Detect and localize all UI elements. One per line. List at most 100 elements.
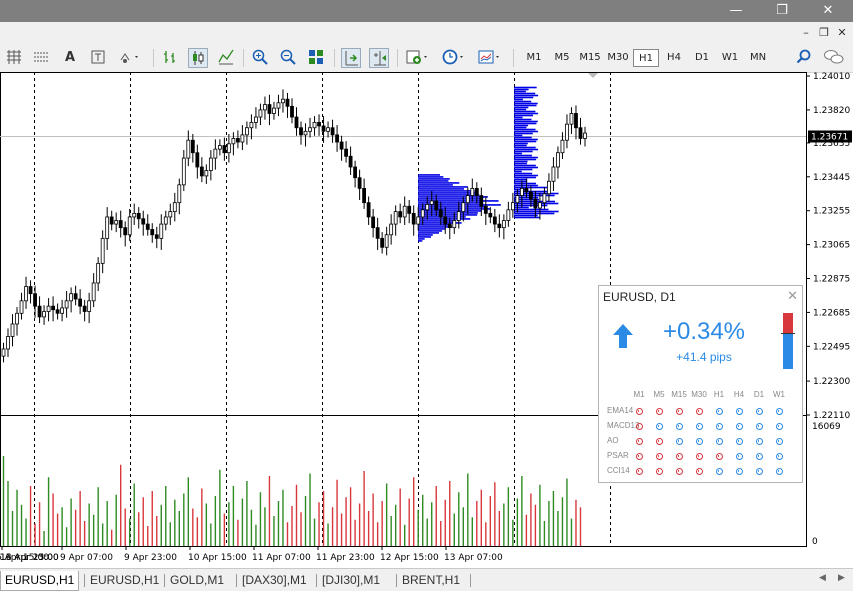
candle-body [6, 336, 10, 350]
time-axis-label: 11 Apr 07:00 [252, 553, 311, 563]
bar-chart-icon[interactable] [160, 48, 180, 68]
matrix-header-m15: M15 [671, 390, 687, 399]
matrix-header-d1: D1 [753, 390, 765, 399]
signal-blue-icon [735, 423, 743, 430]
timeframe-h4[interactable]: H4 [661, 49, 687, 67]
zoom-out-icon[interactable] [278, 48, 298, 68]
candle-body [389, 223, 394, 236]
candle-body [330, 127, 335, 136]
candle-body [583, 132, 587, 139]
close-button[interactable]: ✕ [805, 0, 851, 22]
volume-profile-bar [418, 236, 432, 238]
periods-icon[interactable] [440, 48, 468, 68]
candle-body [479, 195, 484, 207]
line-chart-icon[interactable] [216, 48, 236, 68]
matrix-header-m30: M30 [691, 390, 707, 399]
timeframe-m30[interactable]: M30 [605, 49, 631, 67]
candle-body [217, 145, 222, 150]
timeframe-m5[interactable]: M5 [549, 49, 575, 67]
text-label-icon[interactable] [88, 48, 108, 68]
chart-tab[interactable]: [DJI30],M1 [318, 571, 384, 590]
candle-body [91, 282, 96, 302]
candle-body [326, 127, 330, 132]
signal-red-icon [635, 408, 643, 415]
trend-panel[interactable]: EURUSD, D1 ✕ +0.34% +41.4 pips M1 M5 M15 M3… [598, 285, 803, 483]
candle-body [547, 180, 551, 195]
chat-icon[interactable] [823, 48, 844, 68]
crosshair-icon[interactable] [31, 48, 51, 68]
candle-body [456, 211, 461, 221]
chart-tab[interactable]: [DAX30],M1 [238, 571, 311, 590]
text-icon[interactable]: A [60, 48, 80, 68]
candle-body [542, 193, 547, 204]
candle-body [488, 212, 493, 218]
volume-profile-bar [514, 122, 537, 125]
timeframe-h1[interactable]: H1 [633, 49, 659, 67]
title-bar: — ❐ ✕ [0, 0, 853, 22]
volume-profile-bar [514, 104, 537, 107]
volume-profile-bar [514, 146, 536, 149]
shapes-icon[interactable] [117, 48, 143, 68]
tile-windows-icon[interactable] [306, 48, 326, 68]
panel-close-icon[interactable]: ✕ [787, 288, 798, 304]
search-icon[interactable] [794, 48, 814, 68]
signal-red-icon [655, 468, 663, 475]
volume-profile-bar [514, 112, 539, 115]
candle-body [145, 223, 150, 230]
timeframe-mn[interactable]: MN [745, 49, 771, 67]
chart-shift-icon[interactable] [369, 48, 389, 68]
zoom-in-icon[interactable] [250, 48, 270, 68]
volume-profile-bar [514, 124, 529, 127]
tab-scroll-left-icon[interactable]: ◀ [819, 573, 826, 583]
mdi-close-button[interactable]: ✕ [834, 25, 850, 41]
volume-profile-bar [514, 130, 539, 133]
volume-profile-bar [514, 98, 523, 101]
restore-button[interactable]: ❐ [759, 0, 805, 22]
candle-body [240, 134, 245, 143]
chart-tab[interactable]: BRENT,H1 [398, 571, 464, 590]
chart-tab[interactable]: GOLD,M1 [166, 571, 228, 590]
mdi-minimize-button[interactable]: – [798, 25, 814, 41]
auto-scroll-icon[interactable] [341, 48, 361, 68]
timeframe-w1[interactable]: W1 [717, 49, 743, 67]
signal-blue-icon [735, 408, 743, 415]
volume-profile-bar [418, 186, 468, 188]
templates-icon[interactable] [476, 48, 504, 68]
indicators-icon[interactable] [404, 48, 432, 68]
timeframe-m15[interactable]: M15 [577, 49, 603, 67]
signal-blue-icon [735, 468, 743, 475]
signal-blue-icon [695, 423, 703, 430]
candle-body [19, 300, 24, 314]
price-axis-label: 1.23820 [813, 106, 850, 116]
volume-profile-bar [514, 178, 528, 181]
candle-body [420, 209, 425, 218]
mdi-restore-button[interactable]: ❐ [816, 25, 832, 41]
price-axis-label: 1.22685 [813, 308, 850, 318]
volume-profile-bar [514, 106, 529, 109]
price-axis-label: 1.22875 [813, 275, 850, 285]
chart-window[interactable]: 1.24010 1.23820 1.23635 1.23445 1.23255 1.230… [0, 72, 853, 568]
volume-profile-bar [514, 214, 538, 217]
minimize-button[interactable]: — [713, 0, 759, 22]
timeframe-d1[interactable]: D1 [689, 49, 715, 67]
candle-body [402, 205, 407, 218]
candle-body [281, 98, 285, 104]
candle-body [127, 216, 132, 236]
signal-blue-icon [675, 423, 683, 430]
volume-profile-bar [418, 194, 480, 196]
tab-scroll-right-icon[interactable]: ▶ [838, 573, 845, 583]
volume-profile-bar [514, 92, 536, 95]
chart-tabs: EURUSD,H1 EURUSD,H1 GOLD,M1 [DAX30],M1 [DJI3… [0, 568, 853, 591]
volume-profile-bar [514, 152, 523, 155]
candle-body [208, 157, 213, 171]
timeframe-m1[interactable]: M1 [521, 49, 547, 67]
bars-icon[interactable] [4, 48, 24, 68]
candle-body [285, 98, 290, 107]
chart-tab[interactable]: EURUSD,H1 [86, 571, 163, 590]
chart-tab[interactable]: EURUSD,H1 [0, 571, 80, 591]
volume-profile-bar [418, 232, 440, 234]
candle-body [199, 166, 204, 177]
candlestick-icon[interactable] [188, 48, 208, 68]
candle-body [299, 127, 303, 136]
signal-red-icon [635, 453, 643, 460]
